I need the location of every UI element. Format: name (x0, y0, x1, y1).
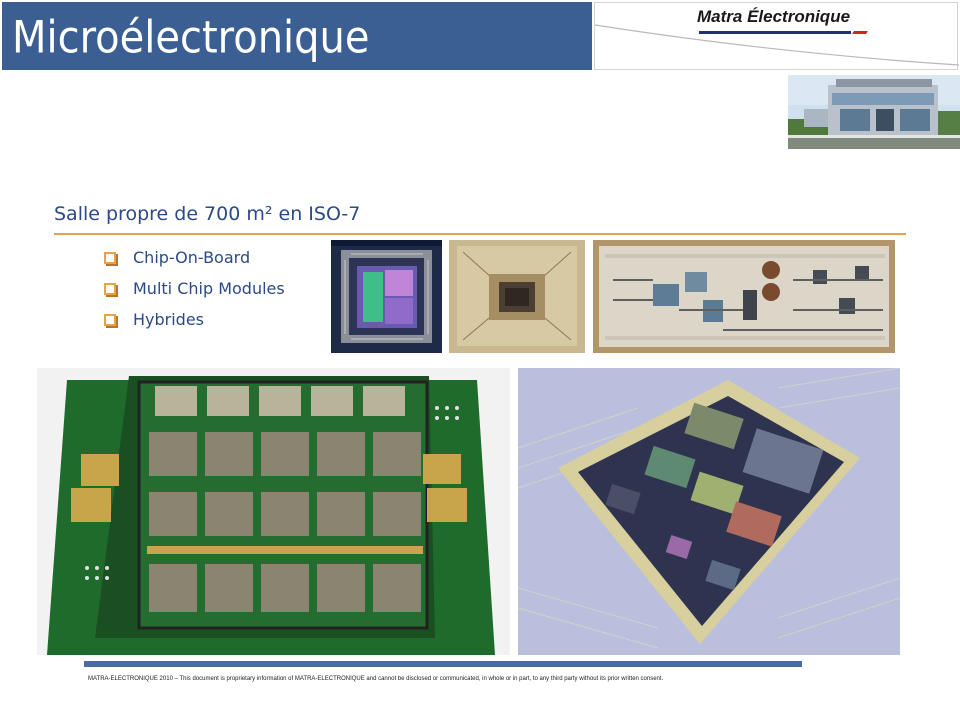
list-item-label: Multi Chip Modules (133, 279, 285, 298)
section-divider (54, 233, 906, 235)
bullet-list: Chip-On-Board Multi Chip Modules Hybride… (104, 242, 285, 335)
checkbox-bullet-icon (104, 282, 116, 295)
list-item: Multi Chip Modules (104, 273, 285, 304)
checkbox-bullet-icon (104, 313, 116, 326)
checkbox-bullet-icon (104, 251, 116, 264)
page-title: Microélectronique (12, 12, 370, 64)
chip-on-board-photo (331, 240, 442, 353)
multi-chip-module-photo (449, 240, 585, 353)
list-item-label: Chip-On-Board (133, 248, 251, 267)
green-pcb-multichip-board-photo (37, 368, 510, 655)
section-title: Salle propre de 700 m² en ISO-7 (54, 203, 361, 225)
list-item: Hybrides (104, 304, 285, 335)
logo-box: Matra Électronique (594, 2, 959, 70)
footer-disclaimer: MATRA-ELECTRONIQUE 2010 – This document … (88, 676, 664, 682)
company-logo: Matra Électronique (697, 7, 851, 26)
list-item-label: Hybrides (133, 310, 205, 329)
footer-bar (84, 661, 802, 667)
logo-underline-blue (699, 31, 851, 34)
building-photo (788, 75, 960, 149)
ceramic-mcm-module-photo (518, 368, 900, 655)
hybrid-circuit-photo (593, 240, 895, 353)
logo-underline-red (852, 31, 868, 34)
title-bar: Microélectronique (2, 2, 592, 70)
list-item: Chip-On-Board (104, 242, 285, 273)
